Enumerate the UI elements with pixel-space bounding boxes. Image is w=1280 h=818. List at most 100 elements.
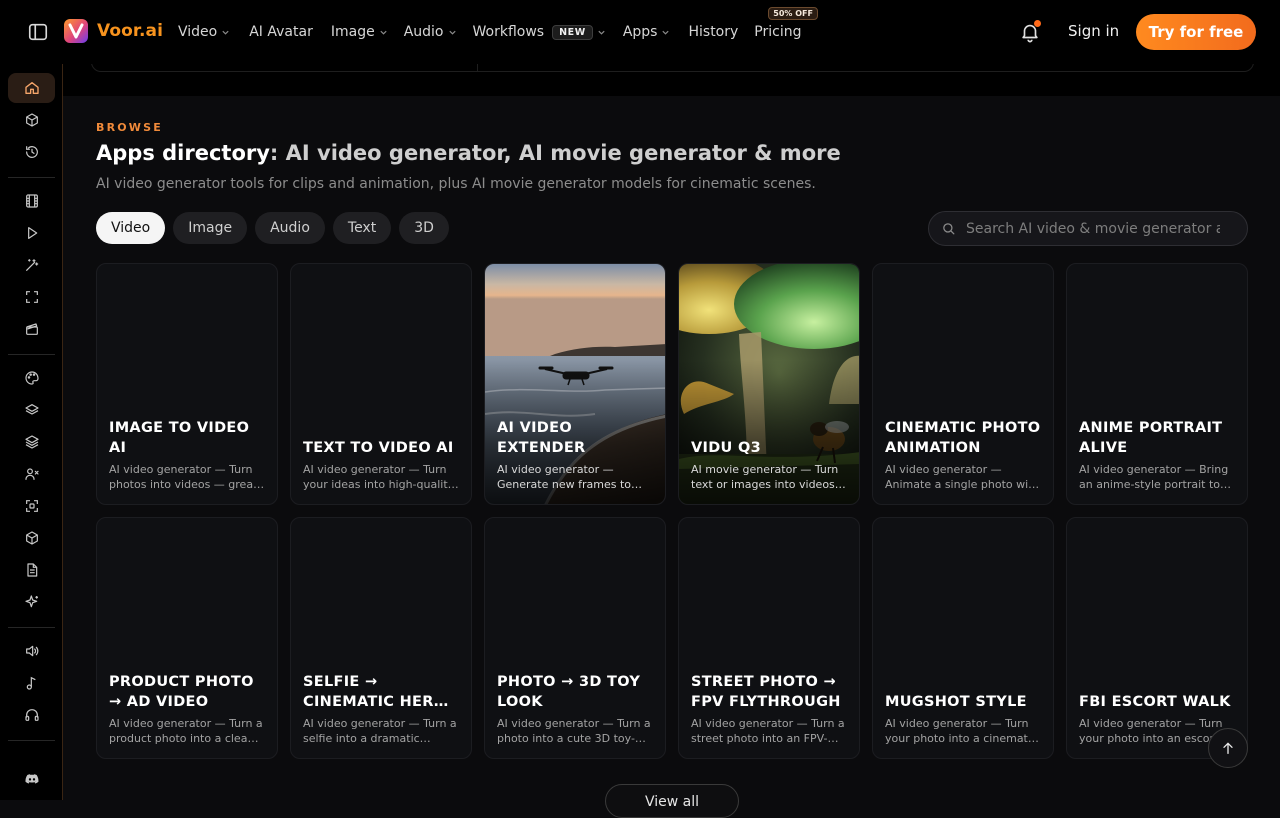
app-card-photo-3d-toy-look[interactable]: PHOTO → 3D TOY LOOK AI video generator —…	[484, 517, 666, 759]
app-card-image-to-video[interactable]: IMAGE TO VIDEO AI AI video generator — T…	[96, 263, 278, 505]
card-description: AI video generator — Turn your photo int…	[885, 717, 1037, 745]
search-box	[928, 211, 1248, 246]
search-icon	[943, 223, 955, 235]
card-description: AI video generator — Generate new frames…	[497, 463, 631, 491]
sign-in-link[interactable]: Sign in	[1068, 22, 1119, 40]
sidebar-headphones[interactable]	[8, 700, 55, 730]
app-card-ai-video-extender[interactable]: AI VIDEO EXTENDER AI video generator — G…	[484, 263, 666, 505]
card-title: TEXT TO VIDEO AI	[303, 440, 454, 456]
app-card-vidu-q3[interactable]: VIDU Q3 AI movie generator — Turn text o…	[678, 263, 860, 505]
sidebar-divider	[8, 354, 55, 355]
card-title: IMAGE TO VIDEO AI	[109, 420, 250, 456]
card-description: AI video generator — Turn a street photo…	[691, 717, 845, 745]
app-card-cinematic-photo-animation[interactable]: CINEMATIC PHOTO ANIMATION AI video gener…	[872, 263, 1054, 505]
nav-ai-avatar[interactable]: AI Avatar	[249, 24, 313, 40]
page-title: Apps directory: AI video generator, AI m…	[96, 141, 841, 165]
app-card-product-photo-ad-video[interactable]: PRODUCT PHOTO → AD VIDEO AI video genera…	[96, 517, 278, 759]
apps-grid: IMAGE TO VIDEO AI AI video generator — T…	[96, 263, 1248, 759]
nav-ai-avatar-label: AI Avatar	[249, 24, 313, 40]
box-icon	[25, 531, 38, 545]
main-nav: Video AI Avatar Image Audio Workflows NE…	[178, 0, 818, 64]
nav-workflows[interactable]: Workflows NEW	[473, 24, 606, 40]
nav-history[interactable]: History	[688, 24, 738, 40]
app-card-anime-portrait-alive[interactable]: ANIME PORTRAIT ALIVE AI video generator …	[1066, 263, 1248, 505]
tab-3d[interactable]: 3D	[399, 212, 449, 244]
nav-audio-label: Audio	[403, 24, 444, 40]
search-input[interactable]	[966, 220, 1220, 237]
sidebar-docs[interactable]	[8, 555, 55, 585]
card-title: ANIME PORTRAIT ALIVE	[1079, 420, 1223, 456]
discount-badge: 50% OFF	[768, 7, 818, 20]
nav-workflows-label: Workflows	[472, 24, 545, 40]
sidebar-music[interactable]	[8, 668, 55, 698]
page-title-bold: Apps directory	[96, 141, 270, 165]
app-card-selfie-cinematic-hero[interactable]: SELFIE → CINEMATIC HERO SHOT AI video ge…	[290, 517, 472, 759]
card-title: PRODUCT PHOTO → AD VIDEO	[109, 674, 254, 710]
sidebar-player[interactable]	[8, 218, 55, 248]
sidebar-layers-alt[interactable]	[8, 427, 55, 457]
nav-apps-label: Apps	[622, 24, 658, 40]
try-for-free-button[interactable]: Try for free	[1136, 14, 1256, 50]
sidebar-palette[interactable]	[8, 363, 55, 393]
page-title-rest: : AI video generator, AI movie generator…	[269, 141, 841, 165]
sidebar-faceswap[interactable]	[8, 459, 55, 489]
app-card-fbi-escort-walk[interactable]: FBI ESCORT WALK AI video generator — Tur…	[1066, 517, 1248, 759]
card-description: AI video generator — Animate a single ph…	[885, 463, 1040, 491]
sidebar-history[interactable]	[8, 137, 55, 167]
left-sidebar	[0, 64, 63, 800]
sidebar-models[interactable]	[8, 105, 55, 135]
tab-video[interactable]: Video	[96, 212, 166, 244]
document-icon	[26, 563, 37, 577]
user-x-icon	[24, 468, 39, 480]
view-all-button[interactable]: View all	[605, 784, 739, 818]
nav-video[interactable]: Video	[178, 24, 230, 40]
sidebar-audio[interactable]	[8, 636, 55, 666]
sidebar-home[interactable]	[8, 73, 55, 103]
nav-history-label: History	[688, 24, 739, 40]
sidebar-expand[interactable]	[8, 491, 55, 521]
expand-icon	[25, 500, 38, 512]
app-card-mugshot-style[interactable]: MUGSHOT STYLE AI video generator — Turn …	[872, 517, 1054, 759]
sidebar-discord[interactable]	[8, 764, 55, 794]
history-icon	[25, 146, 38, 158]
nav-image[interactable]: Image	[331, 24, 388, 40]
card-text: CINEMATIC PHOTO ANIMATION AI video gener…	[885, 418, 1041, 492]
app-card-text-to-video[interactable]: TEXT TO VIDEO AI AI video generator — Tu…	[290, 263, 472, 505]
sidebar-focus[interactable]	[8, 282, 55, 312]
card-title: CINEMATIC PHOTO ANIMATION	[885, 420, 1041, 456]
card-text: PHOTO → 3D TOY LOOK AI video generator —…	[497, 672, 653, 746]
chevron-down-icon	[662, 30, 670, 35]
card-title: VIDU Q3	[691, 440, 761, 456]
chevron-down-icon	[222, 30, 229, 35]
layers-icon	[24, 404, 39, 415]
card-description: AI video generator — Turn a selfie into …	[303, 717, 457, 745]
sidebar-3d[interactable]	[8, 523, 55, 553]
sidebar-divider	[8, 627, 55, 628]
card-text: TEXT TO VIDEO AI AI video generator — Tu…	[303, 438, 459, 492]
sidebar-clapper[interactable]	[8, 314, 55, 344]
tab-audio[interactable]: Audio	[255, 212, 325, 244]
previous-section-divider	[477, 64, 478, 71]
nav-video-label: Video	[178, 24, 218, 40]
brand[interactable]: Voor.ai	[63, 18, 163, 44]
sidebar-video[interactable]	[8, 186, 55, 216]
discord-icon	[24, 774, 38, 784]
magic-wand-icon	[25, 259, 38, 271]
tab-text[interactable]: Text	[332, 212, 392, 244]
sparkles-icon	[24, 595, 38, 608]
chevron-down-icon	[448, 30, 456, 35]
nav-image-label: Image	[330, 24, 375, 40]
sidebar-toggle-icon[interactable]	[27, 21, 49, 43]
nav-apps[interactable]: Apps	[623, 24, 671, 40]
app-card-street-photo-fpv[interactable]: STREET PHOTO → FPV FLYTHROUGH AI video g…	[678, 517, 860, 759]
notifications-bell-icon[interactable]	[1019, 20, 1041, 43]
nav-pricing[interactable]: Pricing 50% OFF	[754, 7, 818, 40]
music-note-icon	[26, 676, 36, 690]
sidebar-magic[interactable]	[8, 250, 55, 280]
nav-audio[interactable]: Audio	[404, 24, 457, 40]
scroll-to-top-button[interactable]	[1208, 728, 1248, 768]
tab-image[interactable]: Image	[173, 212, 248, 244]
sidebar-sparkles[interactable]	[8, 587, 55, 617]
sidebar-layers[interactable]	[8, 395, 55, 425]
card-text: MUGSHOT STYLE AI video generator — Turn …	[885, 692, 1041, 746]
